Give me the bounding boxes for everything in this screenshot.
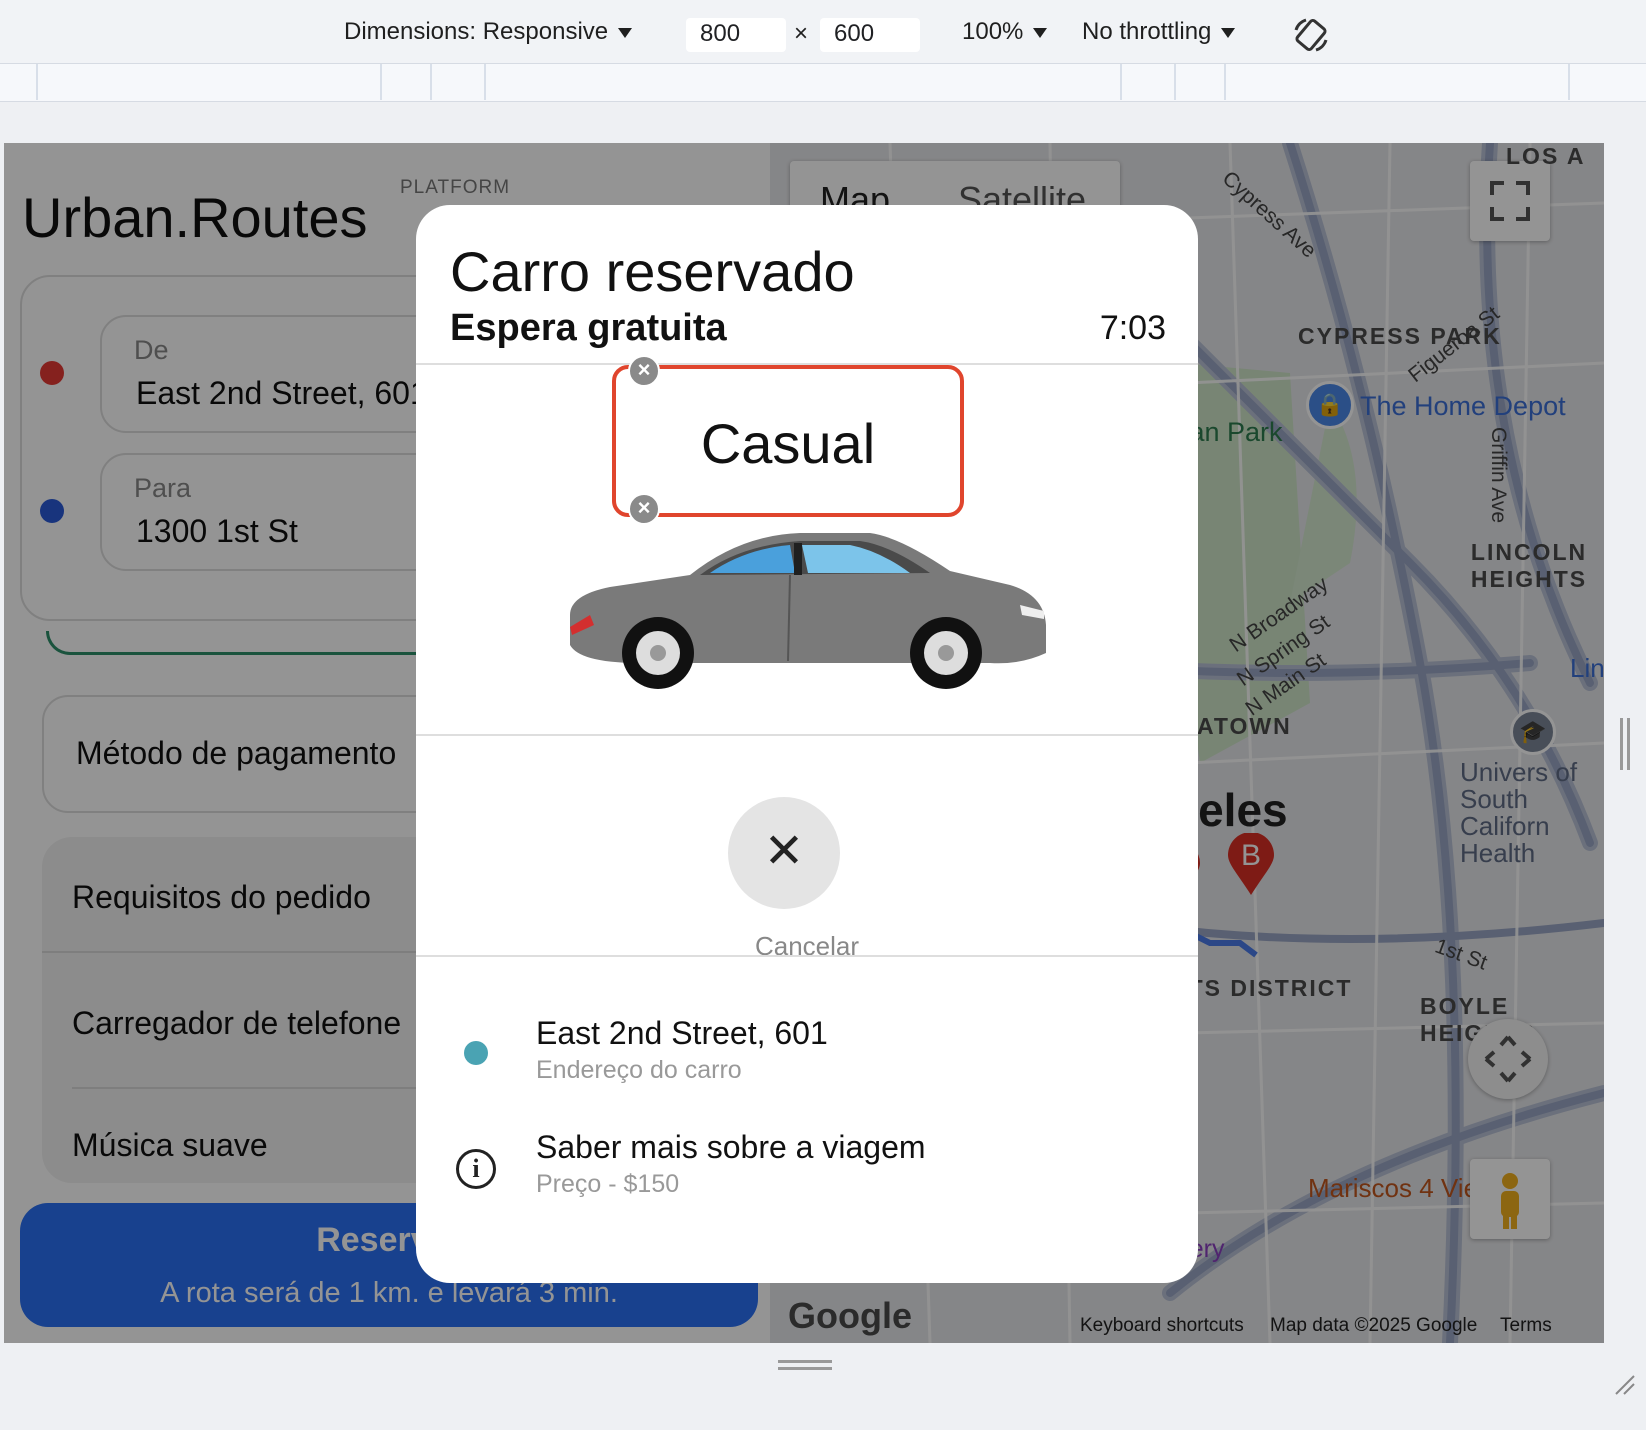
wait-timer: 7:03 <box>1099 309 1166 347</box>
viewport-side-resize-handle[interactable] <box>1620 718 1630 770</box>
width-input[interactable]: 800 <box>686 18 786 52</box>
info-icon: i <box>456 1149 496 1189</box>
trip-info-row[interactable]: Saber mais sobre a viagem Preço - $150 <box>536 1129 926 1199</box>
dimensions-label: Dimensions: Responsive <box>344 18 609 45</box>
divider <box>416 955 1198 957</box>
chevron-down-icon <box>1033 27 1048 38</box>
trip-info-link[interactable]: Saber mais sobre a viagem <box>536 1129 926 1166</box>
resize-corner-icon[interactable] <box>1612 1372 1636 1396</box>
trip-price: Preço - $150 <box>536 1170 680 1198</box>
chevron-down-icon <box>618 27 633 38</box>
dimensions-dropdown[interactable]: Dimensions: Responsive <box>344 18 633 46</box>
zoom-dropdown[interactable]: 100% <box>962 18 1048 46</box>
media-query-ruler <box>0 64 1646 102</box>
modal-title: Carro reservado <box>450 240 855 303</box>
rotate-icon[interactable] <box>1292 16 1330 54</box>
throttling-label: No throttling <box>1082 18 1212 45</box>
order-modal: Carro reservado Espera gratuita 7:03 Cas… <box>416 205 1198 1283</box>
tariff-label: Casual <box>700 412 876 475</box>
throttling-dropdown[interactable]: No throttling <box>1082 18 1236 46</box>
car-address-row: East 2nd Street, 601 Endereço do carro <box>536 1015 828 1085</box>
cancel-label: Cancelar <box>754 931 860 961</box>
device-viewport: Urban.Routes PLATFORM De East 2nd Street… <box>4 143 1604 1343</box>
car-address-sub: Endereço do carro <box>536 1056 742 1084</box>
height-input[interactable]: 600 <box>820 18 920 52</box>
cancel-button[interactable]: ✕ <box>728 797 840 909</box>
car-address: East 2nd Street, 601 <box>536 1015 828 1051</box>
close-icon[interactable]: × <box>628 355 660 387</box>
viewport-bottom-resize-handle[interactable] <box>778 1360 832 1370</box>
devtools-toolbar: Dimensions: Responsive 800 × 600 100% No… <box>0 0 1646 64</box>
close-icon: ✕ <box>763 825 805 878</box>
tariff-highlight: Casual <box>612 365 964 517</box>
times-sign: × <box>794 20 809 47</box>
modal-subtitle: Espera gratuita <box>450 307 727 349</box>
car-image <box>570 533 1046 689</box>
divider <box>416 734 1198 736</box>
zoom-label: 100% <box>962 18 1024 45</box>
chevron-down-icon <box>1221 27 1236 38</box>
car-location-dot <box>464 1041 488 1065</box>
